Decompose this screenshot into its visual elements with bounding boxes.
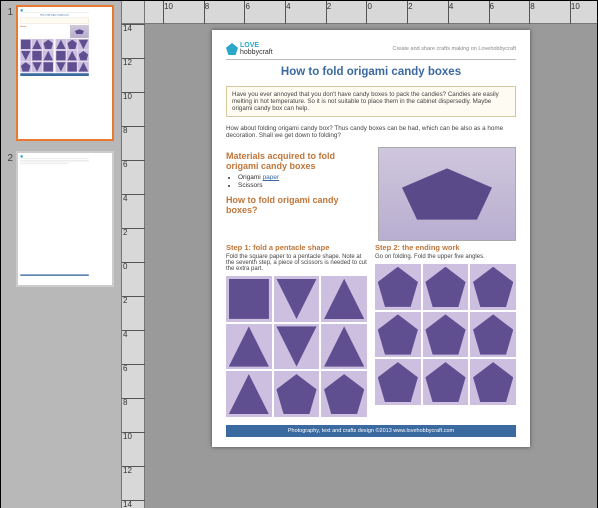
fold-image [375, 359, 421, 405]
doc-footer: Photography, text and crafts design ©201… [226, 425, 516, 437]
ruler-tick: 8 [122, 126, 145, 135]
page-thumbnail-2[interactable] [16, 151, 114, 287]
ruler-tick: 6 [489, 1, 494, 24]
ruler-tick: 6 [122, 364, 145, 373]
ruler-tick: 12 [122, 466, 145, 475]
ruler-tick: 2 [122, 296, 145, 305]
step2-grid [375, 264, 516, 405]
ruler-tick: 8 [204, 1, 209, 24]
ruler-tick: 10 [570, 1, 580, 24]
doc-title: How to fold origami candy boxes [226, 66, 516, 78]
page-number: 1 [3, 5, 13, 18]
horizontal-ruler[interactable]: 10 8 6 4 2 0 2 4 6 8 10 [145, 1, 597, 24]
page-thumbnail-1[interactable]: How to fold origami candy boxes Material… [16, 5, 114, 141]
page-1[interactable]: LOVEhobbycraft Create and share crafts m… [212, 30, 530, 447]
page-number: 2 [3, 151, 13, 164]
fold-image [375, 312, 421, 358]
ruler-tick: 0 [366, 1, 371, 24]
ruler-tick: 10 [122, 92, 145, 101]
ruler-tick: 6 [244, 1, 249, 24]
fold-image [470, 264, 516, 310]
paper-link[interactable]: paper [263, 174, 280, 181]
fold-image [375, 264, 421, 310]
step2-title: Step 2: the ending work [375, 243, 516, 252]
vertical-ruler[interactable]: 14 12 10 8 6 4 2 0 2 4 6 8 10 12 14 [121, 1, 145, 508]
ruler-tick: 12 [122, 58, 145, 67]
ruler-tick: 8 [122, 398, 145, 407]
materials-list: Origami paper Scissors [238, 174, 370, 189]
ruler-tick: 10 [122, 432, 145, 441]
ruler-tick: 10 [163, 1, 173, 24]
hero-image [378, 147, 516, 241]
fold-image [423, 359, 469, 405]
list-item: Scissors [238, 182, 370, 189]
doc-header: LOVEhobbycraft Create and share crafts m… [226, 42, 516, 60]
ruler-tick: 14 [122, 24, 145, 33]
document-editor: 1 How to fold origami candy boxes Materi… [0, 0, 598, 508]
fold-image [423, 312, 469, 358]
step1-grid [226, 276, 367, 417]
fold-image [274, 371, 320, 417]
step2-desc: Go on folding. Fold the upper five angle… [375, 254, 516, 260]
fold-image [274, 324, 320, 370]
ruler-tick: 2 [407, 1, 412, 24]
section-howto: How to fold origami candy boxes? [226, 195, 370, 215]
lead-paragraph: How about folding origami candy box? Thu… [226, 125, 516, 139]
fold-image [226, 324, 272, 370]
logo: LOVEhobbycraft [226, 42, 273, 56]
ruler-tick: 2 [122, 228, 145, 237]
ruler-tick: 4 [285, 1, 290, 24]
ruler-tick: 0 [122, 262, 145, 271]
ruler-tick: 2 [326, 1, 331, 24]
fold-image [321, 324, 367, 370]
fold-image [274, 276, 320, 322]
step-2-column: Step 2: the ending work Go on folding. F… [375, 241, 516, 417]
ruler-tick: 14 [122, 500, 145, 508]
fold-image [226, 371, 272, 417]
fold-image [321, 371, 367, 417]
ruler-tick: 8 [529, 1, 534, 24]
list-item: Origami paper [238, 174, 370, 181]
logo-bird-icon [226, 43, 238, 55]
section-materials: Materials acquired to fold origami candy… [226, 151, 370, 171]
step1-title: Step 1: fold a pentacle shape [226, 243, 367, 252]
intro-box: Have you ever annoyed that you don't hav… [226, 86, 516, 117]
ruler-tick: 4 [448, 1, 453, 24]
fold-image [226, 276, 272, 322]
ruler-tick: 4 [122, 194, 145, 203]
canvas-stage[interactable]: LOVEhobbycraft Create and share crafts m… [145, 24, 597, 508]
ruler-tick: 6 [122, 160, 145, 169]
logo-text: LOVEhobbycraft [240, 42, 273, 56]
step-1-column: Step 1: fold a pentacle shape Fold the s… [226, 241, 367, 417]
ruler-tick: 4 [122, 330, 145, 339]
fold-image [470, 312, 516, 358]
fold-image [321, 276, 367, 322]
tagline: Create and share crafts making on Loveho… [392, 46, 516, 52]
fold-image [470, 359, 516, 405]
fold-image [423, 264, 469, 310]
ruler-corner [122, 1, 144, 24]
step1-desc: Fold the square paper to a pentacle shap… [226, 254, 367, 272]
page-thumbnail-panel: 1 How to fold origami candy boxes Materi… [1, 1, 121, 508]
